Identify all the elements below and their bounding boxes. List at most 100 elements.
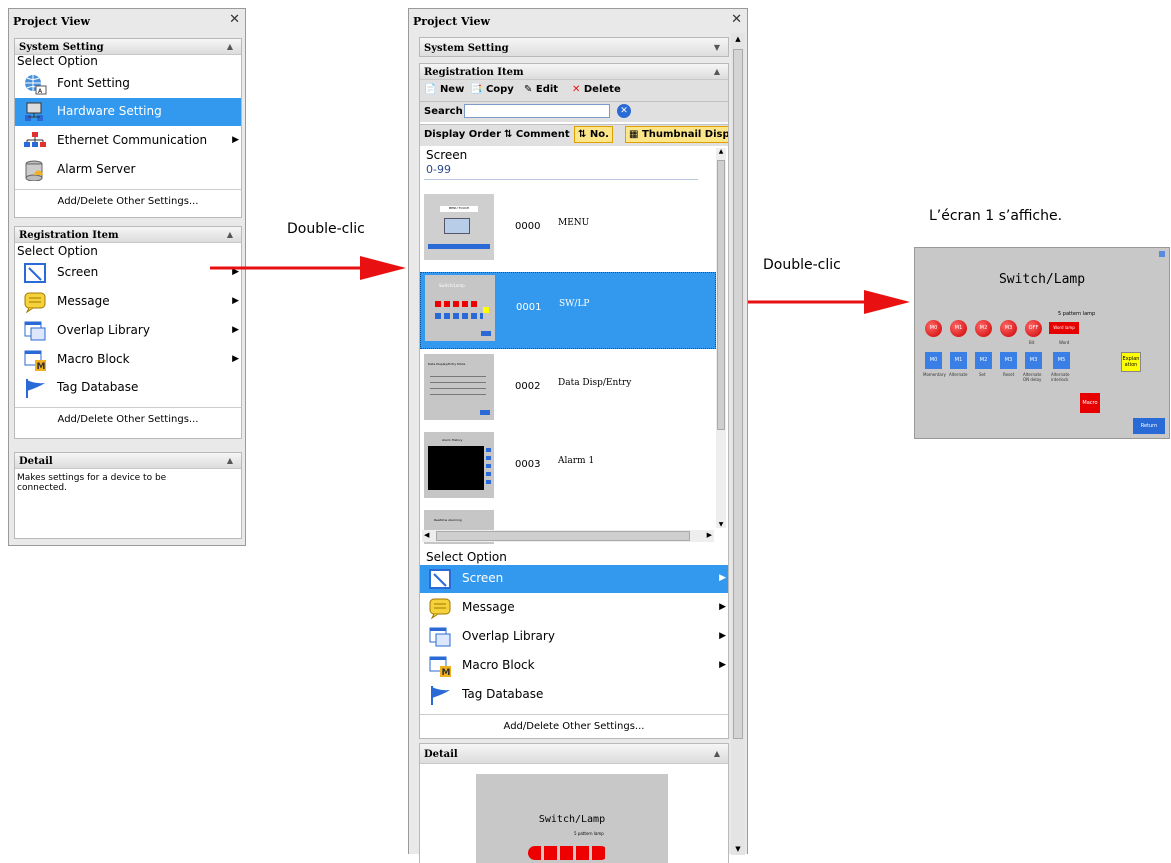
lamp[interactable]: M3	[1000, 320, 1017, 337]
lamp[interactable]: M0	[925, 320, 942, 337]
switch[interactable]: M1	[950, 352, 967, 369]
scroll-thumb[interactable]	[717, 160, 725, 430]
system-setting-header[interactable]: System Setting ▼	[420, 38, 728, 56]
detail-header[interactable]: Detail ▲	[420, 744, 728, 764]
collapse-icon[interactable]: ▲	[227, 229, 233, 239]
new-button[interactable]: 📄 New	[424, 84, 464, 95]
screen-name: MENU	[558, 218, 590, 228]
search-input[interactable]	[464, 104, 610, 118]
scroll-thumb[interactable]	[436, 531, 690, 541]
panel-title: Project View	[13, 15, 90, 28]
collapse-icon[interactable]: ▲	[227, 455, 233, 465]
return-button[interactable]: Return	[1133, 418, 1165, 434]
word-lamp[interactable]: Word lamp	[1049, 322, 1079, 334]
screen-row[interactable]: Alarm History 0003 Alarm 1	[420, 430, 716, 507]
lamp[interactable]: M2	[975, 320, 992, 337]
delete-button[interactable]: ✕ Delete	[572, 84, 621, 95]
alarm-server-icon	[25, 160, 43, 181]
overlap-library-option-item[interactable]: Overlap Library ▶	[420, 623, 728, 651]
select-option-label: Select Option	[17, 54, 98, 68]
expand-icon[interactable]: ▼	[714, 42, 720, 52]
message-icon	[24, 292, 46, 313]
collapse-icon[interactable]: ▲	[714, 66, 720, 76]
switch[interactable]: M3	[1025, 352, 1042, 369]
hardware-icon	[25, 102, 43, 121]
screen-number: 0000	[515, 221, 541, 232]
explanation-button[interactable]: Explanation	[1121, 352, 1141, 372]
screen-row[interactable]: MENU TOUCH 0000 MENU	[420, 192, 716, 269]
tag-flag-icon	[26, 379, 45, 398]
thumb-title: Switch/Lamp	[439, 283, 465, 288]
alarm-server-item[interactable]: Alarm Server	[15, 156, 241, 184]
scroll-thumb[interactable]	[733, 49, 743, 739]
collapse-icon[interactable]: ▲	[227, 41, 233, 51]
scroll-up-icon[interactable]: ▲	[716, 148, 726, 155]
scroll-down-icon[interactable]: ▼	[731, 845, 745, 853]
collapse-icon[interactable]: ▲	[714, 748, 720, 758]
overlap-library-item[interactable]: Overlap Library ▶	[15, 317, 241, 345]
ethernet-communication-item[interactable]: Ethernet Communication ▶	[15, 127, 241, 155]
globe-font-icon: A	[25, 75, 47, 95]
switch[interactable]: M2	[975, 352, 992, 369]
macro-block-item[interactable]: M Macro Block ▶	[15, 346, 241, 374]
list-vertical-scrollbar[interactable]: ▲ ▼	[716, 148, 726, 528]
system-setting-header[interactable]: System Setting ▲	[15, 39, 241, 55]
thumbnail-display-button[interactable]: ▦ Thumbnail Disp	[625, 126, 728, 143]
font-setting-item[interactable]: A Font Setting	[15, 70, 241, 98]
screen-number: 0002	[515, 381, 541, 392]
screen-list-header: Screen	[426, 148, 468, 162]
close-icon[interactable]: ✕	[731, 12, 742, 27]
sort-by-number-button[interactable]: ⇅ No.	[574, 126, 613, 143]
lamp[interactable]: OFF	[1025, 320, 1042, 337]
screen-option-item[interactable]: Screen ▶	[420, 565, 728, 593]
double-click-label-2: Double-clic	[763, 257, 841, 273]
add-delete-settings-link[interactable]: Add/Delete Other Settings...	[15, 407, 241, 433]
tag-database-item[interactable]: Tag Database	[15, 374, 241, 402]
scroll-left-icon[interactable]: ◀	[424, 531, 429, 539]
lamp[interactable]: M1	[950, 320, 967, 337]
sort-by-comment-button[interactable]: ⇅ Comment	[504, 129, 570, 140]
preview-title: Switch/Lamp	[538, 814, 606, 825]
panel-vertical-scrollbar[interactable]: ▲ ▼	[731, 33, 745, 855]
submenu-arrow-icon: ▶	[232, 325, 239, 335]
add-delete-settings-link[interactable]: Add/Delete Other Settings...	[420, 714, 728, 738]
scroll-up-icon[interactable]: ▲	[731, 35, 745, 43]
copy-button[interactable]: 📑 Copy	[470, 84, 514, 95]
switch[interactable]: M0	[925, 352, 942, 369]
submenu-arrow-icon: ▶	[719, 602, 726, 612]
display-order-label: Display Order	[424, 129, 502, 140]
system-setting-section: System Setting ▲ Select Option A Font Se…	[14, 38, 242, 218]
close-icon[interactable]: ✕	[229, 12, 240, 27]
screen-number: 0003	[515, 459, 541, 470]
detail-text: Makes settings for a device to be connec…	[17, 473, 167, 493]
edit-button[interactable]: ✎ Edit	[524, 84, 558, 95]
preview-subtitle: 5 pattern lamp	[574, 831, 604, 836]
registration-item-header[interactable]: Registration Item ▲	[420, 64, 728, 80]
screen-preview-window: Switch/Lamp 5 pattern lamp M0 M1 M2 M3 O…	[914, 247, 1170, 439]
list-horizontal-scrollbar[interactable]: ◀ ▶	[422, 530, 714, 542]
group-label[interactable]: 0-99	[426, 163, 451, 176]
screen-row[interactable]: Data Display/Entry Mode 0002 Data Disp/E…	[420, 352, 716, 429]
macro-button[interactable]: Macro	[1080, 393, 1100, 413]
add-delete-settings-link[interactable]: Add/Delete Other Settings...	[15, 189, 241, 215]
thumb-title: Realtime Alarming	[434, 518, 462, 522]
message-item[interactable]: Message ▶	[15, 288, 241, 316]
switch[interactable]: M5	[1053, 352, 1070, 369]
message-option-item[interactable]: Message ▶	[420, 594, 728, 622]
macro-block-option-item[interactable]: M Macro Block ▶	[420, 652, 728, 680]
hardware-setting-item[interactable]: Hardware Setting	[15, 98, 241, 126]
scroll-down-icon[interactable]: ▼	[716, 521, 726, 528]
registration-toolbar: 📄 New 📑 Copy ✎ Edit ✕ Delete	[420, 80, 728, 102]
screen-name: Alarm 1	[558, 456, 595, 466]
scroll-right-icon[interactable]: ▶	[707, 531, 712, 539]
select-option-label: Select Option	[17, 244, 98, 258]
preview-subtitle: 5 pattern lamp	[1058, 311, 1096, 317]
thumb-title: Alarm History	[442, 438, 463, 442]
tag-database-option-item[interactable]: Tag Database	[420, 681, 728, 709]
registration-item-section: Registration Item ▲ 📄 New 📑 Copy ✎ Edit …	[419, 63, 729, 739]
switch[interactable]: M3	[1000, 352, 1017, 369]
detail-header[interactable]: Detail ▲	[15, 453, 241, 469]
clear-search-icon[interactable]: ✕	[617, 104, 631, 118]
screen-row-selected[interactable]: Switch/Lamp 0001 SW/LP	[420, 272, 716, 349]
registration-item-header[interactable]: Registration Item ▲	[15, 227, 241, 243]
